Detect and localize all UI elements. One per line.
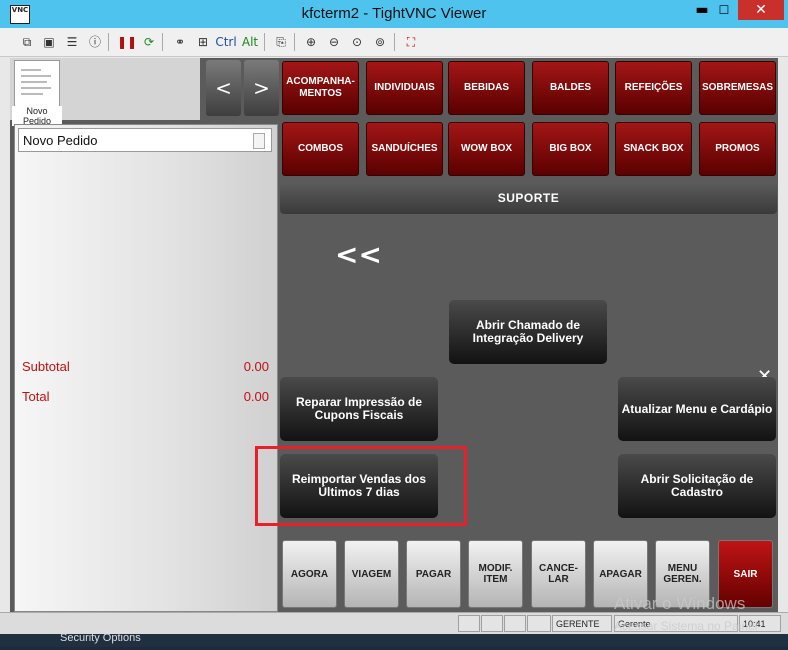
highlight-box (255, 446, 467, 526)
save-icon[interactable]: ▣ (40, 33, 58, 51)
clipboard-icon[interactable]: ⎘ (272, 33, 290, 51)
category-button[interactable]: INDIVIDUAIS (366, 61, 443, 115)
total-label: Total (22, 389, 50, 404)
category-button[interactable]: PROMOS (699, 122, 776, 176)
refresh-icon[interactable]: ⟳ (140, 33, 158, 51)
category-button[interactable]: SNACK BOX (615, 122, 692, 176)
next-page-button[interactable]: > (244, 60, 279, 116)
subtotal-value: 0.00 (243, 359, 269, 374)
title-bar[interactable]: VNC kfcterm2 - TightVNC Viewer ▬ ☐ ✕ (0, 0, 788, 28)
order-panel: Novo Pedido Subtotal 0.00 Total 0.00 (14, 124, 278, 612)
repair-fiscal-printing-button[interactable]: Reparar Impressão de Cupons Fiscais (280, 377, 438, 441)
zoom-out-icon[interactable]: ⊖ (325, 33, 343, 51)
receipt-icon (253, 133, 265, 149)
alt-key-button[interactable]: Alt (240, 33, 260, 51)
desktop-window-text: Security Options (60, 632, 141, 644)
pay-button[interactable]: PAGAR (406, 540, 461, 608)
toolbar-separator (108, 33, 109, 51)
toolbar-separator (294, 33, 295, 51)
open-registration-request-button[interactable]: Abrir Solicitação de Cadastro (618, 454, 776, 518)
new-connection-icon[interactable]: ⧉ (18, 33, 36, 51)
status-role: GERENTE (552, 615, 612, 632)
zoom-fit-icon[interactable]: ⊚ (371, 33, 389, 51)
toolbar-separator (162, 33, 163, 51)
info-icon[interactable]: ⓘ (86, 33, 104, 51)
maximize-button[interactable]: ☐ (708, 0, 740, 20)
zoom-in-icon[interactable]: ⊕ (302, 33, 320, 51)
back-button[interactable]: << (335, 238, 382, 271)
support-header: SUPORTE (280, 182, 777, 214)
category-button[interactable]: WOW BOX (448, 122, 525, 176)
status-cell (527, 615, 551, 632)
category-button[interactable]: BEBIDAS (448, 61, 525, 115)
toolbar-separator (394, 33, 395, 51)
options-icon[interactable]: ☰ (63, 33, 81, 51)
subtotal-label: Subtotal (22, 359, 70, 374)
fullscreen-icon[interactable]: ⛶ (402, 33, 420, 51)
open-integration-ticket-button[interactable]: Abrir Chamado de Integração Delivery (449, 300, 607, 364)
status-cell (458, 615, 480, 632)
zoom-100-icon[interactable]: ⊙ (348, 33, 366, 51)
window-title: kfcterm2 - TightVNC Viewer (301, 5, 487, 22)
toolbar: ⧉ ▣ ☰ ⓘ ❚❚ ⟳ ⚭ ⊞ Ctrl Alt ⎘ ⊕ ⊖ ⊙ ⊚ ⛶ (0, 28, 788, 57)
status-cell (504, 615, 526, 632)
now-button[interactable]: AGORA (282, 540, 337, 608)
pause-icon[interactable]: ❚❚ (117, 33, 137, 51)
order-header: Novo Pedido (18, 128, 272, 152)
vnc-window: VNC kfcterm2 - TightVNC Viewer ▬ ☐ ✕ ⧉ ▣… (0, 0, 788, 647)
ctrl-alt-del-icon[interactable]: ⚭ (171, 33, 189, 51)
category-button[interactable]: SANDUÍCHES (366, 122, 443, 176)
category-button[interactable]: SOBREMESAS (699, 61, 776, 115)
modify-item-button[interactable]: MODIF. ITEM (468, 540, 523, 608)
category-button[interactable]: BALDES (532, 61, 609, 115)
category-button[interactable]: COMBOS (282, 122, 359, 176)
cancel-button[interactable]: CANCE-LAR (531, 540, 586, 608)
win-key-icon[interactable]: ⊞ (194, 33, 212, 51)
status-cell (481, 615, 503, 632)
close-button[interactable]: ✕ (738, 0, 784, 20)
update-menu-button[interactable]: Atualizar Menu e Cardápio (618, 377, 776, 441)
category-button[interactable]: ACOMPANHA-MENTOS (282, 61, 359, 115)
category-button[interactable]: REFEIÇÕES (615, 61, 692, 115)
order-title: Novo Pedido (23, 133, 98, 148)
activation-watermark-subtitle: Acessar Sistema no Painel (614, 619, 758, 633)
ctrl-key-button[interactable]: Ctrl (214, 33, 238, 51)
takeaway-button[interactable]: VIAGEM (344, 540, 399, 608)
activation-watermark-title: Ativar o Windows (614, 594, 746, 613)
category-button[interactable]: BIG BOX (532, 122, 609, 176)
prev-page-button[interactable]: < (206, 60, 241, 116)
total-value: 0.00 (243, 389, 269, 404)
order-thumbnail-label: Novo Pedido (12, 106, 62, 126)
toolbar-separator (264, 33, 265, 51)
